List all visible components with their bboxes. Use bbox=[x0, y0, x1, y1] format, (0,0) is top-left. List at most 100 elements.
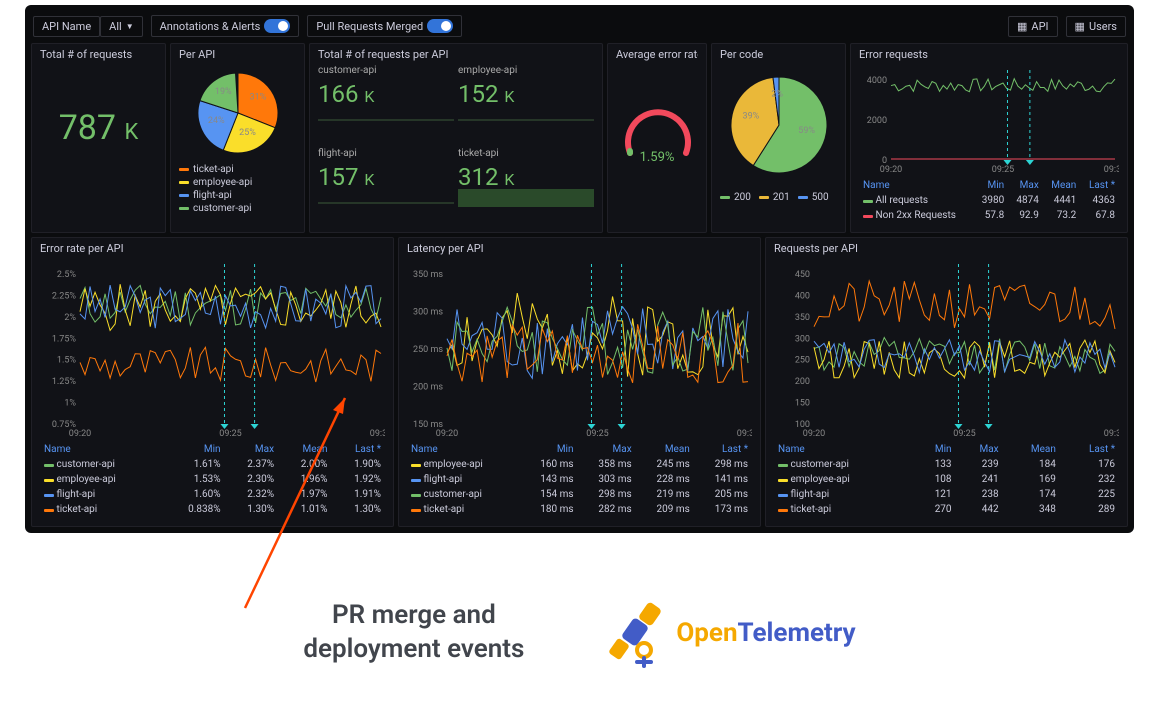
legend-item[interactable]: 500 bbox=[798, 192, 829, 203]
svg-text:09:30: 09:30 bbox=[1104, 165, 1119, 175]
panel-title: Per code bbox=[720, 48, 837, 61]
table-row[interactable]: employee-api160 ms358 ms245 ms298 ms bbox=[407, 457, 752, 472]
svg-text:24%: 24% bbox=[208, 116, 225, 126]
svg-text:4000: 4000 bbox=[867, 76, 887, 86]
grid-icon: ▦ bbox=[1017, 20, 1027, 33]
panel-title: Total # of requests per API bbox=[318, 48, 594, 61]
api-name-dropdown[interactable]: All ▼ bbox=[100, 16, 142, 37]
panel-title: Average error rate bbox=[616, 48, 698, 61]
pie-legend: ticket-api employee-api flight-api customer… bbox=[179, 164, 296, 214]
toggle-on-icon[interactable] bbox=[264, 19, 290, 33]
svg-text:09:25: 09:25 bbox=[953, 429, 975, 439]
panel-avg-error[interactable]: Average error rate 1.59% bbox=[607, 43, 707, 233]
legend-item[interactable]: customer-api bbox=[179, 203, 296, 214]
panel-title: Error rate per API bbox=[40, 242, 385, 255]
stat-cell: flight-api157 K bbox=[318, 148, 454, 227]
svg-text:09:20: 09:20 bbox=[436, 429, 458, 439]
table-row[interactable]: ticket-api180 ms282 ms209 ms173 ms bbox=[407, 502, 752, 517]
panel-total-requests[interactable]: Total # of requests 787 K bbox=[31, 43, 166, 233]
svg-text:31%: 31% bbox=[249, 93, 266, 103]
svg-text:09:20: 09:20 bbox=[803, 429, 825, 439]
table-row[interactable]: employee-api108241169232 bbox=[774, 472, 1119, 487]
legend-item[interactable]: employee-api bbox=[179, 177, 296, 188]
svg-text:09:25: 09:25 bbox=[992, 165, 1014, 175]
svg-text:19%: 19% bbox=[215, 87, 232, 97]
table-row[interactable]: customer-api154 ms298 ms219 ms205 ms bbox=[407, 487, 752, 502]
annotations-toggle[interactable]: Annotations & Alerts bbox=[151, 15, 300, 37]
telescope-icon bbox=[604, 598, 674, 668]
chevron-down-icon: ▼ bbox=[126, 22, 134, 31]
table-row[interactable]: flight-api121238174225 bbox=[774, 487, 1119, 502]
svg-text:09:30: 09:30 bbox=[737, 429, 752, 439]
svg-text:2%: 2% bbox=[64, 313, 76, 323]
panel-title: Total # of requests bbox=[40, 48, 157, 61]
stat-cell: customer-api166 K bbox=[318, 65, 454, 144]
svg-text:300 ms: 300 ms bbox=[413, 308, 443, 318]
table-row[interactable]: customer-api133239184176 bbox=[774, 457, 1119, 472]
pie-chart: 59% 39% 2% bbox=[720, 65, 838, 185]
svg-text:1.5%: 1.5% bbox=[57, 356, 76, 366]
svg-text:1%: 1% bbox=[64, 399, 76, 409]
legend-item[interactable]: 201 bbox=[759, 192, 790, 203]
panel-per-api-pie[interactable]: Per API 31%25%24%19% ticket-apiemployee-… bbox=[170, 43, 305, 233]
api-name-label: API Name bbox=[42, 20, 91, 33]
svg-text:25%: 25% bbox=[239, 128, 256, 138]
pie-chart: 31% 25% 24% 19% bbox=[179, 65, 297, 161]
svg-text:450: 450 bbox=[795, 270, 810, 280]
svg-text:250: 250 bbox=[795, 356, 810, 366]
svg-text:09:20: 09:20 bbox=[880, 165, 902, 175]
stat-table: NameMinMaxMeanLast * All requests3980487… bbox=[859, 178, 1119, 223]
svg-text:09:25: 09:25 bbox=[586, 429, 608, 439]
svg-text:350 ms: 350 ms bbox=[413, 270, 443, 280]
logo-text: OpenTelemetry bbox=[676, 618, 855, 648]
line-chart: 150 ms200 ms250 ms300 ms350 ms09:2009:25… bbox=[407, 259, 752, 439]
panel-title: Requests per API bbox=[774, 242, 1119, 255]
svg-text:39%: 39% bbox=[743, 112, 760, 122]
line-chart: 02000400009:2009:2509:30 bbox=[859, 65, 1119, 175]
svg-text:2000: 2000 bbox=[867, 116, 887, 126]
panel-requests-per-api[interactable]: Requests per API 10015020025030035040045… bbox=[765, 237, 1128, 527]
table-row[interactable]: ticket-api270442348289 bbox=[774, 502, 1119, 517]
svg-text:09:30: 09:30 bbox=[1104, 429, 1119, 439]
panel-total-per-api[interactable]: Total # of requests per API customer-api… bbox=[309, 43, 603, 233]
svg-text:150: 150 bbox=[795, 399, 810, 409]
dashboard: API Name All ▼ Annotations & Alerts Pull… bbox=[25, 5, 1134, 533]
pr-merged-toggle[interactable]: Pull Requests Merged bbox=[307, 15, 462, 37]
svg-text:09:20: 09:20 bbox=[69, 429, 91, 439]
legend-item[interactable]: ticket-api bbox=[179, 164, 296, 175]
stat-cell: ticket-api312 K bbox=[458, 148, 594, 227]
caption-area: PR merge and deployment events OpenTelem… bbox=[0, 538, 1159, 698]
api-view-button[interactable]: ▦ API bbox=[1008, 16, 1058, 37]
svg-text:200: 200 bbox=[795, 377, 810, 387]
legend-item[interactable]: 200 bbox=[720, 192, 751, 203]
panel-per-code-pie[interactable]: Per code 59% 39% 2% 200 201 500 bbox=[711, 43, 846, 233]
toggle-on-icon[interactable] bbox=[427, 19, 453, 33]
line-chart: 10015020025030035040045009:2009:2509:30 bbox=[774, 259, 1119, 439]
toolbar: API Name All ▼ Annotations & Alerts Pull… bbox=[25, 5, 1134, 43]
table-row[interactable]: All requests3980487444414363 bbox=[859, 193, 1119, 208]
panel-latency-per-api[interactable]: Latency per API 150 ms200 ms250 ms300 ms… bbox=[398, 237, 761, 527]
svg-text:2.25%: 2.25% bbox=[52, 291, 77, 301]
panel-title: Error requests bbox=[859, 48, 1119, 61]
svg-text:59%: 59% bbox=[798, 126, 815, 136]
table-row[interactable]: flight-api143 ms303 ms228 ms141 ms bbox=[407, 472, 752, 487]
svg-text:350: 350 bbox=[795, 313, 810, 323]
svg-text:200 ms: 200 ms bbox=[413, 383, 443, 393]
stat-cell: employee-api152 K bbox=[458, 65, 594, 144]
legend-item[interactable]: flight-api bbox=[179, 190, 296, 201]
svg-text:300: 300 bbox=[795, 334, 810, 344]
users-view-button[interactable]: ▦ Users bbox=[1066, 16, 1126, 37]
stat-table: NameMinMaxMeanLast * employee-api160 ms3… bbox=[407, 442, 752, 517]
grid-icon: ▦ bbox=[1075, 20, 1085, 33]
panel-error-requests[interactable]: Error requests 02000400009:2009:2509:30 … bbox=[850, 43, 1128, 233]
svg-text:2.5%: 2.5% bbox=[57, 270, 76, 280]
svg-text:1.75%: 1.75% bbox=[52, 334, 77, 344]
svg-text:1.25%: 1.25% bbox=[52, 377, 77, 387]
svg-text:09:30: 09:30 bbox=[370, 429, 385, 439]
svg-text:2%: 2% bbox=[771, 89, 783, 99]
total-requests-value: 787 K bbox=[40, 111, 157, 145]
api-name-filter[interactable]: API Name bbox=[33, 16, 100, 37]
svg-text:250 ms: 250 ms bbox=[413, 345, 443, 355]
table-row[interactable]: Non 2xx Requests57.892.973.267.8 bbox=[859, 208, 1119, 223]
panel-title: Latency per API bbox=[407, 242, 752, 255]
